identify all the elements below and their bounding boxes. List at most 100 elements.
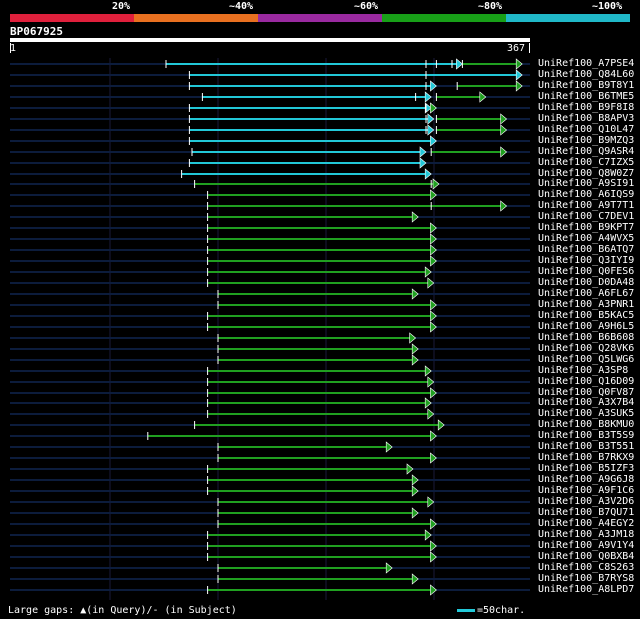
hit-arrowhead — [411, 343, 419, 355]
hit-label-link[interactable]: UniRef100_A9H6L5 — [538, 321, 634, 332]
hit-label-link[interactable]: UniRef100_A3X7B4 — [538, 397, 634, 408]
hit-arrowhead — [430, 80, 437, 92]
hit-arrowhead — [430, 584, 437, 596]
hit-label-link[interactable]: UniRef100_A4EGY2 — [538, 518, 634, 529]
hit-arrowhead — [409, 332, 417, 344]
hit-arrowhead — [500, 146, 508, 158]
hit-label-link[interactable]: UniRef100_A8LPD7 — [538, 584, 634, 595]
hit-arrowhead — [424, 529, 432, 541]
hit-arrowhead — [430, 233, 437, 245]
hit-arrowhead — [430, 551, 437, 563]
hit-label-link[interactable]: UniRef100_Q5LWG6 — [538, 354, 634, 365]
hit-label-link[interactable]: UniRef100_Q16D09 — [538, 376, 634, 387]
hit-arrowhead — [411, 211, 419, 223]
hit-arrowhead — [430, 518, 437, 530]
hit-arrowhead — [515, 58, 523, 70]
large-gaps-legend: Large gaps: ▲(in Query)/- (in Subject) — [8, 605, 237, 616]
hit-label-link[interactable]: UniRef100_A3JM18 — [538, 529, 634, 540]
scale-bar-label: =50char. — [477, 605, 526, 616]
hit-label-link[interactable]: UniRef100_B7QU71 — [538, 507, 634, 518]
hit-arrowhead — [479, 91, 487, 103]
hit-arrowhead — [411, 354, 419, 366]
hit-arrowhead — [456, 58, 463, 70]
hit-label-link[interactable]: UniRef100_Q0FES6 — [538, 266, 634, 277]
hit-label-link[interactable]: UniRef100_B6TME5 — [538, 91, 634, 102]
hit-label-link[interactable]: UniRef100_D0DA48 — [538, 277, 634, 288]
hit-arrowhead — [500, 200, 508, 212]
hit-label-link[interactable]: UniRef100_A3SP8 — [538, 365, 628, 376]
hit-arrowhead — [427, 113, 435, 125]
hit-arrowhead — [385, 562, 393, 574]
hit-arrowhead — [430, 321, 437, 333]
hit-label-link[interactable]: UniRef100_A6IQS9 — [538, 189, 634, 200]
hit-label-link[interactable]: UniRef100_A3PNR1 — [538, 299, 634, 310]
hit-arrowhead — [430, 102, 437, 114]
hit-label-link[interactable]: UniRef100_A3SUK5 — [538, 408, 634, 419]
hit-arrowhead — [385, 441, 393, 453]
scale-bar — [457, 609, 475, 612]
hit-label-link[interactable]: UniRef100_B9KPT7 — [538, 222, 634, 233]
hit-label-link[interactable]: UniRef100_Q10L47 — [538, 124, 634, 135]
hit-label-link[interactable]: UniRef100_B3T551 — [538, 441, 634, 452]
hit-arrowhead — [427, 277, 435, 289]
hit-label-link[interactable]: UniRef100_Q3IYI9 — [538, 255, 634, 266]
hit-arrowhead — [427, 124, 435, 136]
hit-arrowhead — [430, 222, 437, 234]
hit-label-link[interactable]: UniRef100_B7RKX9 — [538, 452, 634, 463]
hit-arrowhead — [430, 135, 437, 147]
hit-arrowhead — [411, 288, 419, 300]
hit-arrowhead — [515, 80, 523, 92]
hit-arrowhead — [406, 463, 414, 475]
hit-arrowhead — [430, 244, 437, 256]
hit-label-link[interactable]: UniRef100_A7PSE4 — [538, 58, 634, 69]
hit-arrowhead — [430, 189, 437, 201]
hit-label-link[interactable]: UniRef100_B7RYS8 — [538, 573, 634, 584]
hit-label-link[interactable]: UniRef100_Q84L60 — [538, 69, 634, 80]
hit-label-link[interactable]: UniRef100_Q28VK6 — [538, 343, 634, 354]
hit-arrowhead — [424, 397, 432, 409]
hit-arrowhead — [411, 485, 419, 497]
hit-arrowhead — [500, 113, 508, 125]
hit-label-link[interactable]: UniRef100_B5KAC5 — [538, 310, 634, 321]
hit-arrowhead — [424, 91, 432, 103]
hit-arrowhead — [419, 157, 427, 169]
hit-arrowhead — [437, 419, 445, 431]
hit-label-link[interactable]: UniRef100_Q9ASR4 — [538, 146, 634, 157]
hit-arrowhead — [411, 507, 419, 519]
hit-arrowhead — [419, 146, 427, 158]
hit-arrowhead — [430, 310, 437, 322]
hit-arrowhead — [424, 266, 432, 278]
hit-label-link[interactable]: UniRef100_B9MZQ3 — [538, 135, 634, 146]
hit-label-link[interactable]: UniRef100_A4WVX5 — [538, 233, 634, 244]
hit-label-link[interactable]: UniRef100_C8S263 — [538, 562, 634, 573]
hit-arrowhead — [430, 430, 437, 442]
hit-label-link[interactable]: UniRef100_A9V1Y4 — [538, 540, 634, 551]
hit-label-link[interactable]: UniRef100_A9F1C6 — [538, 485, 634, 496]
hit-arrowhead — [411, 573, 419, 585]
hit-label-link[interactable]: UniRef100_B9F8I8 — [538, 102, 634, 113]
hit-label-link[interactable]: UniRef100_A6FL67 — [538, 288, 634, 299]
hit-label-link[interactable]: UniRef100_A9G6J8 — [538, 474, 634, 485]
hit-label-link[interactable]: UniRef100_C7DEV1 — [538, 211, 634, 222]
hit-label-link[interactable]: UniRef100_B8KMU0 — [538, 419, 634, 430]
hit-arrowhead — [430, 540, 437, 552]
hit-label-link[interactable]: UniRef100_B6ATQ7 — [538, 244, 634, 255]
hit-arrowhead — [430, 255, 437, 267]
hit-label-link[interactable]: UniRef100_B5IZF3 — [538, 463, 634, 474]
hit-arrowhead — [430, 299, 437, 311]
hit-label-link[interactable]: UniRef100_A9T7T1 — [538, 200, 634, 211]
hit-label-link[interactable]: UniRef100_A9SI91 — [538, 178, 634, 189]
hit-label-link[interactable]: UniRef100_Q0BXB4 — [538, 551, 634, 562]
hit-label-link[interactable]: UniRef100_B9T8Y1 — [538, 80, 634, 91]
hit-label-link[interactable]: UniRef100_B6B608 — [538, 332, 634, 343]
hit-label-link[interactable]: UniRef100_B8APV3 — [538, 113, 634, 124]
hit-arrowhead — [515, 69, 523, 81]
hit-arrowhead — [430, 387, 437, 399]
hit-arrowhead — [411, 474, 419, 486]
hit-label-link[interactable]: UniRef100_A3V2D6 — [538, 496, 634, 507]
hit-arrowhead — [432, 178, 440, 190]
hit-arrowhead — [424, 365, 432, 377]
hit-label-link[interactable]: UniRef100_B3T5S9 — [538, 430, 634, 441]
hit-label-link[interactable]: UniRef100_C7IZX5 — [538, 157, 634, 168]
hit-arrowhead — [424, 168, 432, 180]
